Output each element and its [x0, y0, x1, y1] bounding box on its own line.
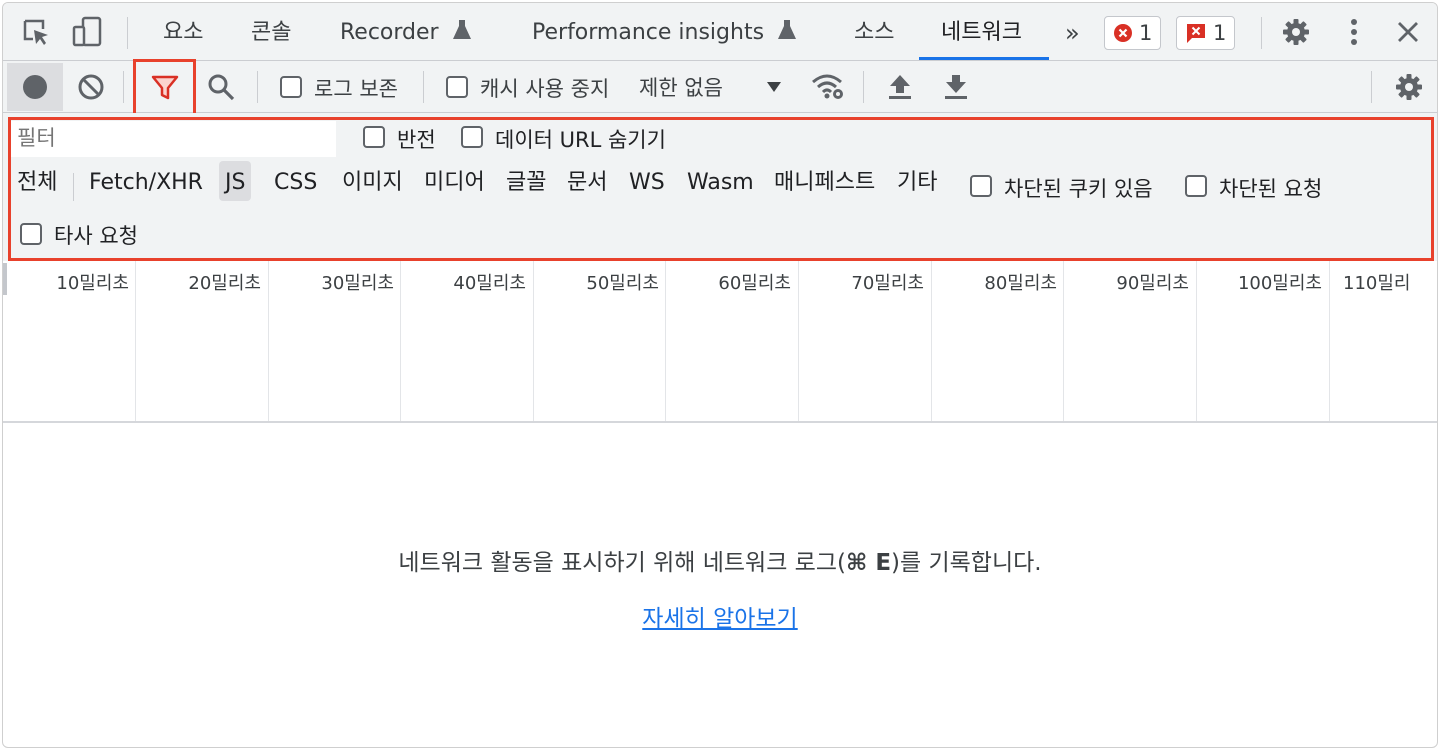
upload-icon — [889, 75, 911, 99]
active-tab-indicator — [919, 57, 1049, 60]
clear-button[interactable] — [75, 71, 107, 103]
filter-button[interactable] — [149, 73, 181, 103]
clear-block-icon — [78, 74, 104, 100]
devtools-window: 요소 콘솔 Recorder Performance insights 소스 네… — [2, 2, 1438, 748]
timeline-tick-label: 70밀리초 — [851, 273, 924, 294]
error-icon — [1113, 23, 1133, 43]
network-toolbar: 로그 보존 캐시 사용 중지 제한 없음 — [3, 59, 1437, 117]
disable-cache-label: 캐시 사용 중지 — [480, 77, 610, 101]
timeline-tick-label: 110밀리 — [1343, 273, 1411, 294]
preserve-log-checkbox[interactable] — [280, 76, 302, 98]
timeline-tick-label: 20밀리초 — [188, 273, 261, 294]
toolbar-divider — [423, 71, 424, 103]
timeline-tick-label: 80밀리초 — [984, 273, 1057, 294]
close-icon[interactable] — [1391, 15, 1425, 49]
settings-gear-icon[interactable] — [1279, 15, 1313, 49]
experiment-flask-icon — [778, 20, 797, 39]
timeline-tick-label: 40밀리초 — [453, 273, 526, 294]
tab-performance-insights-label: Performance insights — [532, 20, 765, 45]
issue-count: 1 — [1213, 21, 1227, 45]
tab-console[interactable]: 콘솔 — [251, 3, 291, 61]
import-har-button[interactable] — [885, 71, 915, 103]
filter-bar: 반전 데이터 URL 숨기기 전체 Fetch/XHR JS CSS 이미지 미… — [3, 113, 1437, 261]
throttling-value: 제한 없음 — [639, 76, 723, 100]
preserve-log-label: 로그 보존 — [314, 77, 398, 101]
inspect-element-icon[interactable] — [19, 15, 53, 49]
timeline-gridline — [400, 261, 401, 421]
timeline-tick-label: 30밀리초 — [321, 273, 394, 294]
timeline-start-marker — [3, 263, 7, 295]
toolbar-divider — [1371, 71, 1372, 103]
empty-state-text-prefix: 네트워크 활동을 표시하기 위해 네트워크 로그( — [398, 550, 846, 576]
timeline-gridline — [268, 261, 269, 421]
timeline-gridline — [1063, 261, 1064, 421]
empty-state-text-suffix: )를 기록합니다. — [891, 550, 1042, 576]
record-shortcut: ⌘ E — [845, 550, 892, 576]
empty-state-message: 네트워크 활동을 표시하기 위해 네트워크 로그(⌘ E)를 기록합니다. — [3, 543, 1437, 577]
learn-more-link[interactable]: 자세히 알아보기 — [642, 606, 797, 632]
wifi-settings-icon — [812, 74, 843, 99]
settings-gear-icon — [1396, 74, 1422, 100]
timeline-tick-label: 90밀리초 — [1116, 273, 1189, 294]
timeline-gridline — [1329, 261, 1330, 421]
timeline-tick-label: 100밀리초 — [1237, 273, 1322, 294]
devtools-tabbar: 요소 콘솔 Recorder Performance insights 소스 네… — [3, 3, 1437, 61]
timeline-gridline — [665, 261, 666, 421]
tab-recorder[interactable]: Recorder — [340, 3, 472, 61]
disable-cache-checkbox[interactable] — [446, 76, 468, 98]
filter-funnel-icon — [151, 75, 179, 100]
tabbar-divider — [127, 17, 128, 49]
tab-recorder-label: Recorder — [340, 20, 439, 45]
timeline-overview[interactable]: 10밀리초 20밀리초 30밀리초 40밀리초 50밀리초 60밀리초 70밀리… — [3, 261, 1437, 423]
timeline-tick-label: 60밀리초 — [718, 273, 791, 294]
learn-more-container: 자세히 알아보기 — [3, 599, 1437, 633]
tab-elements[interactable]: 요소 — [163, 3, 203, 61]
timeline-tick-label: 50밀리초 — [586, 273, 659, 294]
chevron-down-icon — [767, 82, 781, 92]
throttling-dropdown-arrow[interactable] — [763, 75, 785, 99]
tab-network[interactable]: 네트워크 — [941, 3, 1022, 61]
timeline-gridline — [1196, 261, 1197, 421]
error-count: 1 — [1139, 21, 1153, 45]
tab-performance-insights[interactable]: Performance insights — [532, 3, 797, 61]
timeline-tick-label: 10밀리초 — [56, 273, 129, 294]
experiment-flask-icon — [452, 20, 471, 39]
error-count-badge[interactable]: 1 — [1104, 16, 1162, 50]
timeline-gridline — [798, 261, 799, 421]
search-icon — [208, 74, 235, 101]
toolbar-divider — [863, 71, 864, 103]
search-button[interactable] — [205, 71, 237, 103]
network-settings-button[interactable] — [1393, 71, 1425, 103]
issue-message-icon — [1185, 22, 1207, 44]
filter-area-highlight — [8, 117, 1434, 261]
toolbar-divider — [257, 71, 258, 103]
device-toolbar-icon[interactable] — [71, 15, 105, 49]
toolbar-divider — [123, 71, 124, 103]
more-options-kebab-icon[interactable] — [1337, 15, 1371, 49]
timeline-gridline — [135, 261, 136, 421]
timeline-gridline — [533, 261, 534, 421]
more-tabs-button[interactable]: » — [1065, 3, 1080, 61]
tab-sources[interactable]: 소스 — [854, 3, 894, 61]
network-conditions-button[interactable] — [809, 71, 847, 103]
export-har-button[interactable] — [941, 71, 971, 103]
record-button[interactable] — [19, 71, 51, 103]
record-icon — [23, 75, 47, 99]
tabbar-divider — [1261, 17, 1262, 49]
throttling-select[interactable]: 제한 없음 — [639, 69, 723, 105]
issue-count-badge[interactable]: 1 — [1176, 16, 1236, 50]
download-icon — [945, 75, 967, 99]
timeline-gridline — [931, 261, 932, 421]
